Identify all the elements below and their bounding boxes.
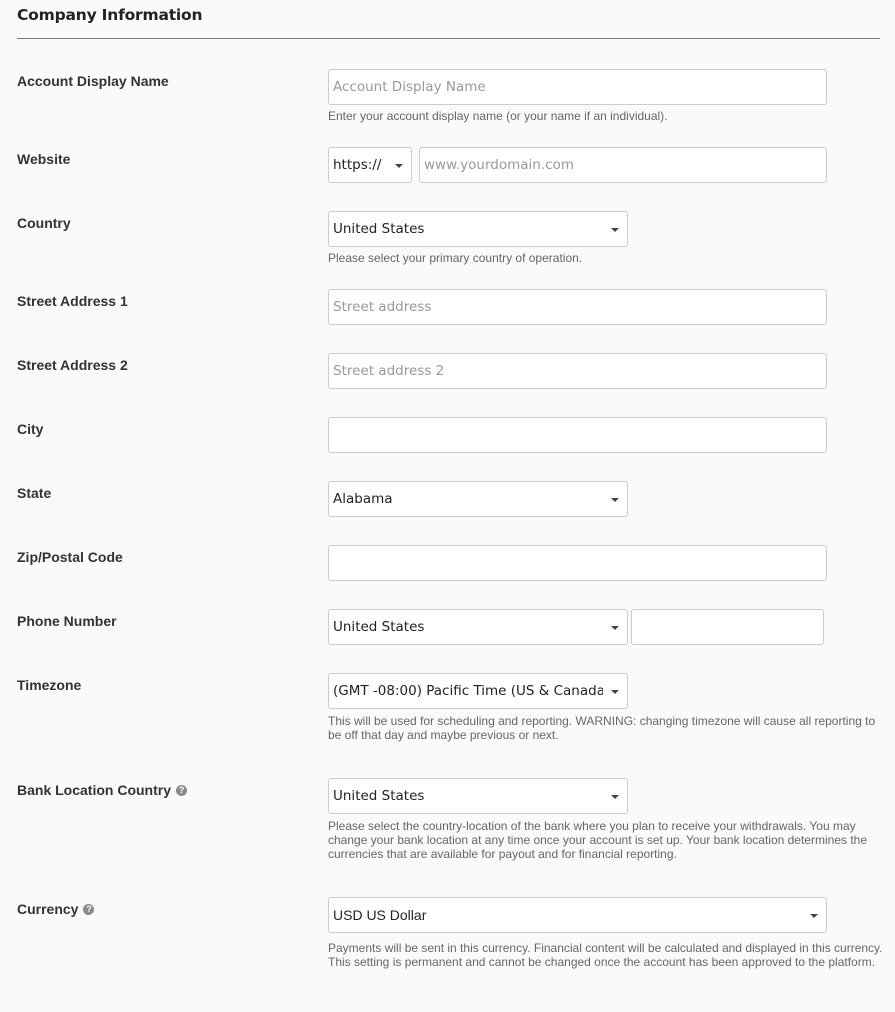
timezone-select[interactable]: (GMT -08:00) Pacific Time (US & Canada); [328, 673, 628, 709]
currency-label-text: Currency [17, 901, 79, 917]
website-label: Website [17, 151, 70, 167]
website-placeholder: www.yourdomain.com [424, 157, 574, 173]
bank-location-country-label: Bank Location Country ? [17, 782, 188, 798]
account-display-name-label-text: Account Display Name [17, 73, 169, 89]
chevron-down-icon [611, 690, 619, 694]
section-divider [17, 38, 880, 39]
phone-label: Phone Number [17, 613, 117, 629]
currency-label: Currency ? [17, 901, 95, 917]
account-display-name-placeholder: Account Display Name [333, 79, 486, 95]
city-input[interactable] [328, 417, 827, 453]
account-display-name-label: Account Display Name [17, 73, 169, 89]
chevron-down-icon [611, 228, 619, 232]
state-selected-value: Alabama [333, 491, 393, 507]
chevron-down-icon [810, 914, 818, 918]
bank-location-country-selected-value: United States [333, 788, 425, 804]
phone-country-selected-value: United States [333, 619, 425, 635]
chevron-down-icon [611, 498, 619, 502]
bank-location-country-hint: Please select the country-location of th… [328, 819, 868, 861]
currency-hint: Payments will be sent in this currency. … [328, 941, 883, 969]
state-select[interactable]: Alabama [328, 481, 628, 517]
street-address-2-input[interactable]: Street address 2 [328, 353, 827, 389]
website-protocol-select[interactable]: https:// [328, 147, 412, 183]
chevron-down-icon [611, 795, 619, 799]
zip-label-text: Zip/Postal Code [17, 549, 123, 565]
website-input[interactable]: www.yourdomain.com [419, 147, 827, 183]
state-label-text: State [17, 485, 52, 501]
state-label: State [17, 485, 51, 501]
zip-input[interactable] [328, 545, 827, 581]
timezone-hint: This will be used for scheduling and rep… [328, 714, 876, 742]
street-address-2-label: Street Address 2 [17, 357, 128, 373]
country-label-text: Country [17, 215, 71, 231]
account-display-name-input[interactable]: Account Display Name [328, 69, 827, 105]
phone-number-input[interactable] [631, 609, 824, 645]
section-title: Company Information [17, 6, 203, 24]
phone-label-text: Phone Number [17, 613, 117, 629]
website-protocol-value: https:// [333, 157, 382, 173]
timezone-label-text: Timezone [17, 677, 82, 693]
timezone-label: Timezone [17, 677, 81, 693]
account-display-name-hint: Enter your account display name (or your… [328, 109, 668, 123]
country-selected-value: United States [333, 221, 425, 237]
country-label: Country [17, 215, 71, 231]
question-circle-icon[interactable]: ? [176, 784, 188, 796]
street-address-1-label-text: Street Address 1 [17, 293, 128, 309]
country-hint: Please select your primary country of op… [328, 251, 583, 265]
street-address-1-input[interactable]: Street address [328, 289, 827, 325]
bank-location-country-select[interactable]: United States [328, 778, 628, 814]
street-address-2-label-text: Street Address 2 [17, 357, 128, 373]
timezone-selected-value: (GMT -08:00) Pacific Time (US & Canada); [333, 683, 603, 699]
street-address-1-placeholder: Street address [333, 299, 432, 315]
city-label: City [17, 421, 43, 437]
city-label-text: City [17, 421, 44, 437]
website-label-text: Website [17, 151, 71, 167]
chevron-down-icon [395, 164, 403, 168]
phone-country-select[interactable]: United States [328, 609, 628, 645]
street-address-1-label: Street Address 1 [17, 293, 128, 309]
bank-location-country-label-text: Bank Location Country [17, 782, 172, 798]
country-select[interactable]: United States [328, 211, 628, 247]
currency-selected-value: USD US Dollar [333, 907, 427, 923]
street-address-2-placeholder: Street address 2 [333, 363, 445, 379]
currency-select[interactable]: USD US Dollar [328, 897, 827, 933]
zip-label: Zip/Postal Code [17, 549, 123, 565]
chevron-down-icon [611, 626, 619, 630]
question-circle-icon[interactable]: ? [83, 903, 95, 915]
